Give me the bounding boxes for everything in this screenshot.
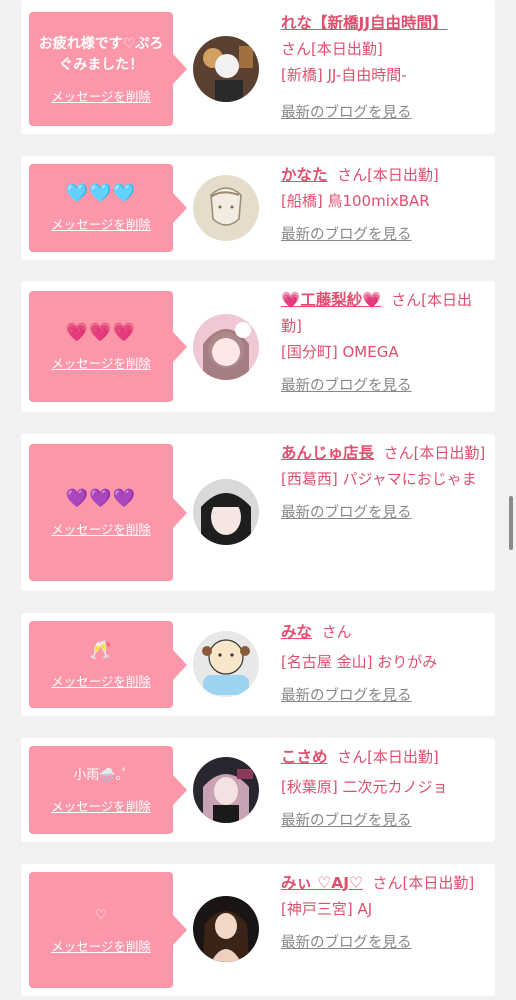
- status-text: さん[本日出勤]: [337, 748, 439, 766]
- message-bubble: 💗💗💗 メッセージを削除: [29, 291, 173, 402]
- delete-message-link[interactable]: メッセージを削除: [51, 796, 151, 815]
- card-info: れな【新橋JJ自由時間】 さん[本日出勤] [新橋] JJ-自由時間- 最新のブ…: [281, 10, 487, 126]
- view-blog-link[interactable]: 最新のブログを見る: [281, 683, 487, 709]
- cast-name-link[interactable]: あんじゅ店長: [281, 444, 374, 462]
- message-bubble: 🩵🩵🩵 メッセージを削除: [29, 164, 173, 252]
- delete-message-link[interactable]: メッセージを削除: [51, 353, 151, 372]
- view-blog-link[interactable]: 最新のブログを見る: [281, 373, 487, 399]
- card-info: みな さん [名古屋 金山] おりがみ 最新のブログを見る: [281, 619, 487, 709]
- message-card: お疲れ様です♡ぷろぐみました！ メッセージを削除 れな【新橋JJ自由時間】 さん…: [21, 0, 495, 134]
- store-name: [国分町] OMEGA: [281, 343, 399, 361]
- message-card: 🩵🩵🩵 メッセージを削除 かなた さん[本日出勤] [船橋] 鳥100mixBA…: [21, 156, 495, 260]
- view-blog-link[interactable]: 最新のブログを見る: [281, 808, 487, 834]
- store-name: [船橋] 鳥100mixBAR: [281, 192, 430, 210]
- cast-name-link[interactable]: みな: [281, 623, 312, 641]
- store-name: [名古屋 金山] おりがみ: [281, 653, 438, 671]
- status-text: さん: [321, 623, 352, 641]
- store-name: [秋葉原] 二次元カノジョ: [281, 778, 448, 796]
- card-info: みぃ ♡AJ♡ さん[本日出勤] [神戸三宮] AJ 最新のブログを見る: [281, 870, 487, 956]
- message-text: 小雨🌨️｡ﾟ: [73, 768, 129, 783]
- cast-name-link[interactable]: みぃ ♡AJ♡: [281, 874, 363, 892]
- status-text: さん[本日出勤]: [281, 40, 383, 58]
- message-text: 💜💜💜: [65, 487, 137, 509]
- cast-name-link[interactable]: 💗工藤梨紗💗: [281, 291, 382, 309]
- avatar[interactable]: [193, 479, 259, 545]
- message-text: お疲れ様です♡ぷろぐみました！: [38, 35, 164, 73]
- cast-name-link[interactable]: かなた: [281, 166, 328, 184]
- message-card: ♡ メッセージを削除 みぃ ♡AJ♡ さん[本日出勤] [神戸三宮] AJ 最新…: [21, 864, 495, 996]
- avatar[interactable]: [193, 36, 259, 102]
- avatar[interactable]: [193, 631, 259, 697]
- cast-name-link[interactable]: れな【新橋JJ自由時間】: [281, 14, 448, 32]
- message-card: 小雨🌨️｡ﾟ メッセージを削除 こさめ さん[本日出勤] [秋葉原] 二次元カノ…: [21, 738, 495, 842]
- view-blog-link[interactable]: 最新のブログを見る: [281, 100, 487, 126]
- avatar[interactable]: [193, 314, 259, 380]
- avatar[interactable]: [193, 757, 259, 823]
- delete-message-link[interactable]: メッセージを削除: [51, 214, 151, 233]
- delete-message-link[interactable]: メッセージを削除: [51, 86, 151, 105]
- message-text: ♡: [95, 908, 107, 923]
- message-card: 🥂 メッセージを削除 みな さん [名古屋 金山] おりがみ 最新のブログを見る: [21, 613, 495, 716]
- message-bubble: 小雨🌨️｡ﾟ メッセージを削除: [29, 746, 173, 834]
- cast-name-link[interactable]: こさめ: [281, 748, 328, 766]
- view-blog-link[interactable]: 最新のブログを見る: [281, 930, 487, 956]
- message-text: 🩵🩵🩵: [65, 183, 137, 204]
- message-bubble: 💜💜💜 メッセージを削除: [29, 444, 173, 581]
- delete-message-link[interactable]: メッセージを削除: [51, 519, 151, 538]
- card-info: あんじゅ店長 さん[本日出勤] [西葛西] パジャマにおじゃま 最新のブログを見…: [281, 440, 487, 526]
- card-info: こさめ さん[本日出勤] [秋葉原] 二次元カノジョ 最新のブログを見る: [281, 744, 487, 834]
- avatar[interactable]: [193, 175, 259, 241]
- message-text: 💗💗💗: [65, 321, 137, 343]
- store-name: [西葛西] パジャマにおじゃま: [281, 470, 477, 488]
- message-bubble: お疲れ様です♡ぷろぐみました！ メッセージを削除: [29, 12, 173, 126]
- message-bubble: 🥂 メッセージを削除: [29, 621, 173, 708]
- delete-message-link[interactable]: メッセージを削除: [51, 936, 151, 955]
- view-blog-link[interactable]: 最新のブログを見る: [281, 500, 487, 526]
- scrollbar[interactable]: [509, 496, 513, 550]
- message-card: 💗💗💗 メッセージを削除 💗工藤梨紗💗 さん[本日出勤] [国分町] OMEGA…: [21, 281, 495, 412]
- view-blog-link[interactable]: 最新のブログを見る: [281, 222, 487, 248]
- card-info: 💗工藤梨紗💗 さん[本日出勤] [国分町] OMEGA 最新のブログを見る: [281, 287, 487, 399]
- message-card: 💜💜💜 メッセージを削除 あんじゅ店長 さん[本日出勤] [西葛西] パジャマに…: [21, 434, 495, 591]
- message-bubble: ♡ メッセージを削除: [29, 872, 173, 988]
- status-text: さん[本日出勤]: [372, 874, 475, 892]
- delete-message-link[interactable]: メッセージを削除: [51, 671, 151, 690]
- store-name: [新橋] JJ-自由時間-: [281, 66, 407, 84]
- status-text: さん[本日出勤]: [337, 166, 439, 184]
- card-info: かなた さん[本日出勤] [船橋] 鳥100mixBAR 最新のブログを見る: [281, 162, 487, 248]
- store-name: [神戸三宮] AJ: [281, 900, 373, 918]
- avatar[interactable]: [193, 896, 259, 962]
- status-text: さん[本日出勤]: [383, 444, 486, 462]
- message-text: 🥂: [89, 639, 113, 661]
